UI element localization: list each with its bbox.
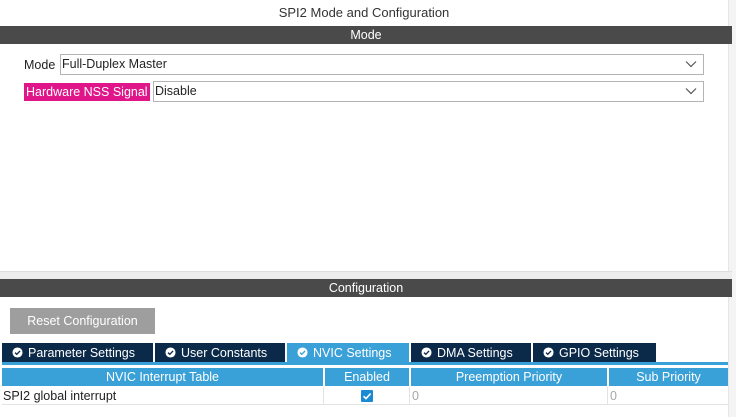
chevron-down-icon [685,61,697,68]
check-circle-icon [297,347,308,358]
column-header-enabled[interactable]: Enabled [325,368,409,386]
hardware-nss-signal-label: Hardware NSS Signal [24,83,150,101]
tab-gpio-settings[interactable]: GPIO Settings [533,343,656,363]
vertical-scrollbar[interactable] [728,0,736,417]
tab-label: Parameter Settings [28,346,135,360]
tab-label: DMA Settings [437,346,513,360]
configuration-section-header: Configuration [0,279,732,297]
section-divider[interactable] [0,271,732,279]
check-circle-icon [12,347,23,358]
column-header-preemption-priority[interactable]: Preemption Priority [411,368,607,386]
hardware-nss-signal-select[interactable]: Disable [153,81,704,102]
tab-label: NVIC Settings [313,346,392,360]
column-header-sub-priority[interactable]: Sub Priority [609,368,728,386]
chevron-down-icon [685,88,697,95]
mode-select[interactable]: Full-Duplex Master [60,54,704,75]
interrupt-name-cell: SPI2 global interrupt [2,387,324,405]
tab-nvic-settings[interactable]: NVIC Settings [287,343,409,363]
column-header-nvic-interrupt-table[interactable]: NVIC Interrupt Table [2,368,323,386]
tab-user-constants[interactable]: User Constants [155,343,285,363]
tab-label: GPIO Settings [559,346,639,360]
enabled-cell [324,387,410,405]
tab-label: User Constants [181,346,268,360]
check-circle-icon [165,347,176,358]
table-row[interactable]: SPI2 global interrupt 0 0 [2,387,728,405]
table-header-row: NVIC Interrupt Table Enabled Preemption … [2,368,728,386]
active-tab-strip [2,362,728,365]
enabled-checkbox[interactable] [361,390,373,402]
sub-priority-cell[interactable]: 0 [608,387,728,405]
mode-select-value: Full-Duplex Master [62,57,167,71]
tab-dma-settings[interactable]: DMA Settings [411,343,531,363]
window-title: SPI2 Mode and Configuration [278,5,450,20]
nss-select-value: Disable [155,84,197,98]
preemption-priority-cell[interactable]: 0 [410,387,608,405]
tab-parameter-settings[interactable]: Parameter Settings [2,343,153,363]
mode-label: Mode [24,58,56,72]
check-circle-icon [543,347,554,358]
check-circle-icon [421,347,432,358]
reset-configuration-button[interactable]: Reset Configuration [10,308,155,334]
mode-section-header: Mode [0,26,732,44]
